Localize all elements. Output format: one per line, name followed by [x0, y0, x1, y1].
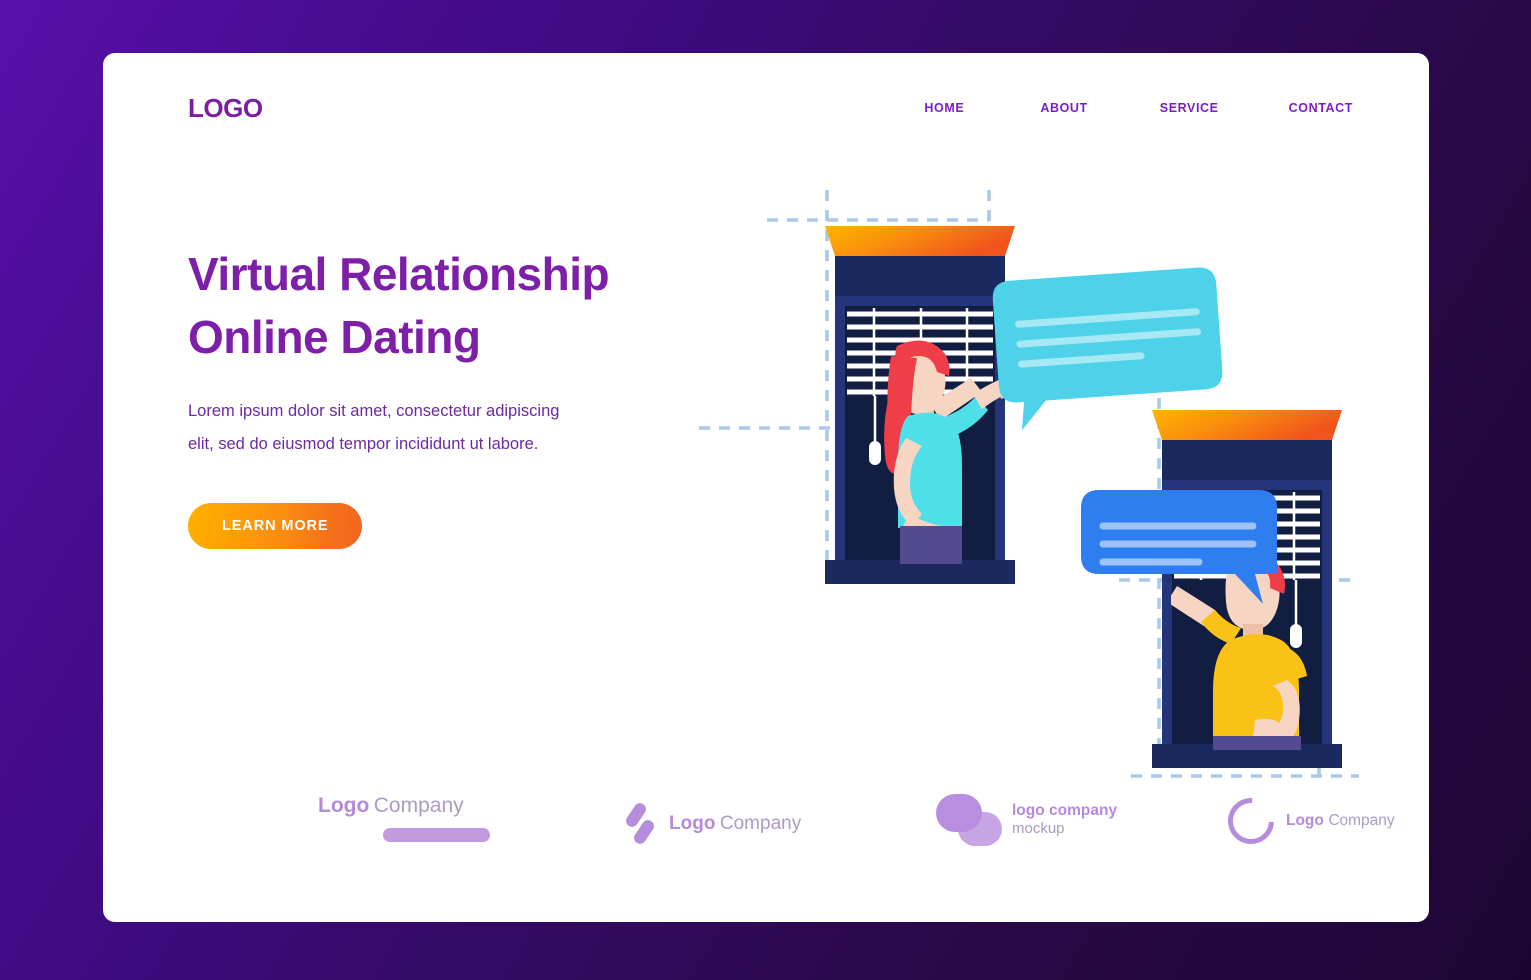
- window-man: [1081, 410, 1342, 768]
- footer-logo-3-light: mockup: [1012, 820, 1065, 838]
- hero-illustration: [659, 128, 1359, 828]
- underline-bar-icon: [383, 827, 490, 842]
- footer-logo-2-light: Company: [719, 812, 802, 834]
- footer-logo-2-bold: Logo: [669, 812, 716, 834]
- footer-logo-1-light: Company: [373, 794, 464, 817]
- awning-2: [1152, 410, 1342, 440]
- diagonal-bars-icon: [621, 800, 657, 847]
- c-ring-icon: [1218, 788, 1284, 854]
- footer-logo-underline[interactable]: Logo Company: [318, 794, 490, 842]
- brand-logo[interactable]: LOGO: [188, 93, 263, 124]
- footer-logo-4-bold: Logo: [1286, 811, 1324, 829]
- main-navigation: HOME ABOUT SERVICE CONTACT: [924, 101, 1353, 115]
- footer-logo-4-light: Company: [1328, 811, 1395, 829]
- footer-logo-1-bold: Logo: [318, 794, 370, 817]
- footer-logo-c-ring[interactable]: Logo Company: [1218, 788, 1395, 854]
- nav-item-service[interactable]: SERVICE: [1160, 101, 1219, 115]
- speech-bubble-cyan: [992, 267, 1223, 431]
- footer-logo-3-bold: logo company: [1012, 802, 1118, 820]
- landing-page-card: LOGO HOME ABOUT SERVICE CONTACT Virtual …: [103, 53, 1429, 922]
- awning-1: [825, 226, 1015, 256]
- page-root: LOGO HOME ABOUT SERVICE CONTACT Virtual …: [0, 0, 1531, 980]
- nav-item-home[interactable]: HOME: [924, 101, 964, 115]
- nav-item-contact[interactable]: CONTACT: [1289, 101, 1353, 115]
- footer-logo-diagonal[interactable]: Logo Company: [621, 800, 802, 847]
- footer-logo-pills[interactable]: logo company mockup: [936, 794, 1117, 846]
- page-title: Virtual Relationship Online Dating: [188, 248, 610, 363]
- nav-item-about[interactable]: ABOUT: [1040, 101, 1087, 115]
- window-1-header: [835, 256, 1005, 298]
- overlapping-pills-icon: [936, 794, 1002, 846]
- learn-more-button[interactable]: LEARN MORE: [188, 503, 363, 550]
- footer-logo-strip: Logo Company Logo Company logo company m…: [103, 772, 1429, 882]
- hero-subtitle: Lorem ipsum dolor sit amet, consectetur …: [188, 402, 560, 454]
- hero-section: Virtual Relationship Online Dating Lorem…: [188, 243, 708, 550]
- window-2-header: [1162, 440, 1332, 482]
